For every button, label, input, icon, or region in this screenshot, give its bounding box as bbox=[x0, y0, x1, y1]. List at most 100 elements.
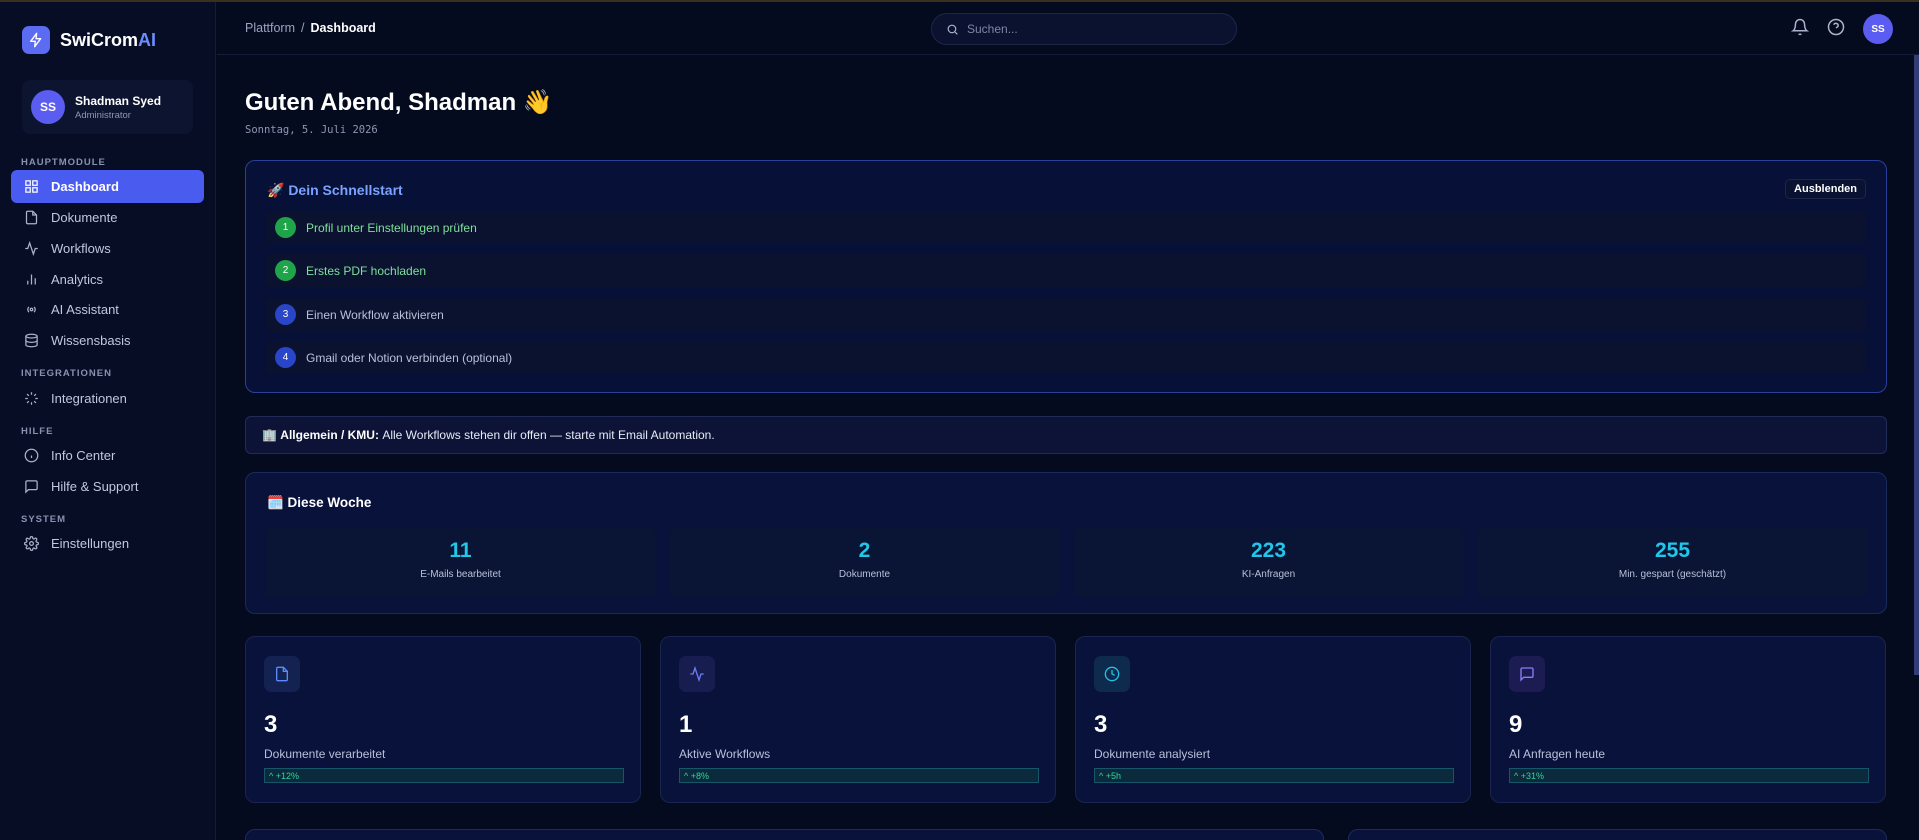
search-icon bbox=[947, 24, 958, 35]
quickstart-step[interactable]: 1 Profil unter Einstellungen prüfen bbox=[266, 211, 1866, 244]
sidebar-item-label: Einstellungen bbox=[51, 536, 130, 551]
info-banner: 🏢 Allgemein / KMU: Alle Workflows stehen… bbox=[245, 416, 1887, 454]
kpi-label: Dokumente verarbeitet bbox=[264, 747, 386, 761]
user-avatar-button[interactable]: SS bbox=[1863, 14, 1893, 44]
clock-icon bbox=[1104, 666, 1120, 682]
loader-icon bbox=[25, 392, 38, 405]
kpi-trend: ^ +5h bbox=[1094, 768, 1454, 783]
quickstart-panel: 🚀 Dein Schnellstart Ausblenden 1 Profil … bbox=[245, 160, 1887, 393]
weekly-stat: 223 KI-Anfragen bbox=[1074, 527, 1463, 597]
scrollbar[interactable] bbox=[1914, 55, 1919, 675]
sidebar-item-label: Dashboard bbox=[51, 179, 119, 194]
sidebar-item-label: Info Center bbox=[51, 448, 116, 463]
weekly-stat-value: 255 bbox=[1654, 539, 1691, 562]
kpi-card-ai-requests[interactable]: 9 AI Anfragen heute ^ +31% bbox=[1490, 636, 1886, 803]
sidebar-item-label: Hilfe & Support bbox=[51, 479, 139, 494]
sidebar-item-workflows[interactable]: Workflows bbox=[11, 232, 204, 265]
sidebar: SwiCromAI SS Shadman Syed Administrator … bbox=[0, 2, 216, 840]
database-icon bbox=[25, 333, 38, 348]
sidebar-item-integrationen[interactable]: Integrationen bbox=[11, 382, 204, 415]
kpi-card-analysed[interactable]: 3 Dokumente analysiert ^ +5h bbox=[1075, 636, 1471, 803]
weekly-stat-label: E-Mails bearbeitet bbox=[420, 569, 501, 580]
kpi-value: 3 bbox=[1094, 711, 1108, 738]
kpi-card-documents[interactable]: 3 Dokumente verarbeitet ^ +12% bbox=[245, 636, 641, 803]
sidebar-item-label: Integrationen bbox=[51, 391, 127, 406]
breadcrumb-current: Dashboard bbox=[310, 21, 376, 35]
page-title: Guten Abend, Shadman 👋 bbox=[245, 89, 553, 116]
weekly-stat-value: 2 bbox=[858, 539, 871, 562]
section-label-hilfe: HILFE bbox=[21, 426, 54, 437]
message-square-icon bbox=[25, 480, 38, 494]
breadcrumb: Plattform / Dashboard bbox=[245, 21, 376, 35]
user-role: Administrator bbox=[75, 109, 131, 121]
step-number: 3 bbox=[275, 304, 296, 325]
sidebar-item-info-center[interactable]: Info Center bbox=[11, 439, 204, 472]
section-label-integrationen: INTEGRATIONEN bbox=[21, 368, 112, 379]
bottom-panel-right bbox=[1348, 829, 1887, 840]
step-number: 1 bbox=[275, 217, 296, 238]
topbar: Plattform/Dashboard SS bbox=[217, 2, 1919, 55]
brand-name: SwiCromAI bbox=[60, 29, 157, 50]
sidebar-item-label: Analytics bbox=[51, 272, 104, 287]
sidebar-item-wissensbasis[interactable]: Wissensbasis bbox=[11, 324, 204, 357]
breadcrumb-root[interactable]: Plattform bbox=[245, 21, 295, 35]
sidebar-item-label: Workflows bbox=[51, 241, 111, 256]
search-box[interactable] bbox=[931, 13, 1237, 45]
gear-icon bbox=[24, 536, 39, 551]
sidebar-item-analytics[interactable]: Analytics bbox=[11, 263, 204, 296]
activity-icon bbox=[690, 666, 704, 682]
weekly-summary: 🗓️ Diese Woche 11 E-Mails bearbeitet 2 D… bbox=[245, 472, 1887, 614]
kpi-trend: ^ +31% bbox=[1509, 768, 1869, 783]
weekly-stat: 255 Min. gespart (geschätzt) bbox=[1478, 527, 1867, 597]
banner-text: Alle Workflows stehen dir offen — starte… bbox=[382, 428, 715, 442]
file-icon bbox=[276, 666, 288, 682]
kpi-card-workflows[interactable]: 1 Aktive Workflows ^ +8% bbox=[660, 636, 1056, 803]
kpi-value: 1 bbox=[679, 711, 693, 738]
hide-quickstart-button[interactable]: Ausblenden bbox=[1785, 179, 1866, 199]
quickstart-step[interactable]: 2 Erstes PDF hochladen bbox=[266, 254, 1866, 287]
lightning-logo-icon bbox=[22, 26, 50, 54]
step-number: 4 bbox=[275, 347, 296, 368]
sidebar-item-dokumente[interactable]: Dokumente bbox=[11, 201, 204, 234]
weekly-stat-label: Dokumente bbox=[838, 569, 891, 580]
quickstart-step[interactable]: 4 Gmail oder Notion verbinden (optional) bbox=[266, 341, 1866, 374]
step-label: Gmail oder Notion verbinden (optional) bbox=[306, 350, 513, 365]
sidebar-item-dashboard[interactable]: Dashboard bbox=[11, 170, 204, 203]
search-input[interactable] bbox=[967, 22, 1227, 36]
kpi-trend: ^ +12% bbox=[264, 768, 624, 783]
sidebar-item-einstellungen[interactable]: Einstellungen bbox=[11, 527, 204, 560]
grid-icon bbox=[25, 180, 38, 193]
quickstart-title: 🚀 Dein Schnellstart bbox=[267, 182, 403, 198]
quickstart-step[interactable]: 3 Einen Workflow aktivieren bbox=[266, 298, 1866, 331]
weekly-stat: 11 E-Mails bearbeitet bbox=[266, 527, 655, 597]
kpi-icon-box bbox=[679, 656, 715, 692]
sidebar-item-label: Dokumente bbox=[51, 210, 118, 225]
user-card[interactable]: SS Shadman Syed Administrator bbox=[22, 80, 193, 134]
step-label: Profil unter Einstellungen prüfen bbox=[306, 220, 477, 235]
weekly-stat-value: 11 bbox=[449, 539, 472, 562]
kpi-trend: ^ +8% bbox=[679, 768, 1039, 783]
help-icon[interactable] bbox=[1827, 18, 1845, 36]
document-icon bbox=[25, 210, 38, 225]
weekly-stat: 2 Dokumente bbox=[670, 527, 1059, 597]
bar-chart-icon bbox=[27, 274, 36, 285]
bell-icon[interactable] bbox=[1791, 18, 1809, 36]
kpi-label: AI Anfragen heute bbox=[1509, 747, 1606, 761]
kpi-icon-box bbox=[1509, 656, 1545, 692]
bottom-panel-left bbox=[245, 829, 1324, 840]
step-label: Einen Workflow aktivieren bbox=[306, 307, 444, 322]
user-name: Shadman Syed bbox=[75, 93, 162, 108]
info-icon bbox=[24, 448, 39, 463]
sidebar-item-label: AI Assistant bbox=[51, 302, 119, 317]
kpi-label: Dokumente analysiert bbox=[1094, 747, 1211, 761]
step-number: 2 bbox=[275, 260, 296, 281]
weekly-summary-title: 🗓️ Diese Woche bbox=[267, 495, 372, 510]
section-label-hauptmodule: HAUPTMODULE bbox=[21, 157, 106, 168]
sidebar-item-ai-assistant[interactable]: AI Assistant bbox=[11, 293, 204, 326]
weekly-stat-label: Min. gespart (geschätzt) bbox=[1618, 569, 1727, 580]
kpi-value: 9 bbox=[1509, 711, 1523, 738]
radio-icon bbox=[27, 306, 36, 313]
brand[interactable]: SwiCromAI bbox=[22, 26, 156, 54]
sidebar-item-hilfe-support[interactable]: Hilfe & Support bbox=[11, 470, 204, 503]
activity-icon bbox=[25, 241, 38, 256]
